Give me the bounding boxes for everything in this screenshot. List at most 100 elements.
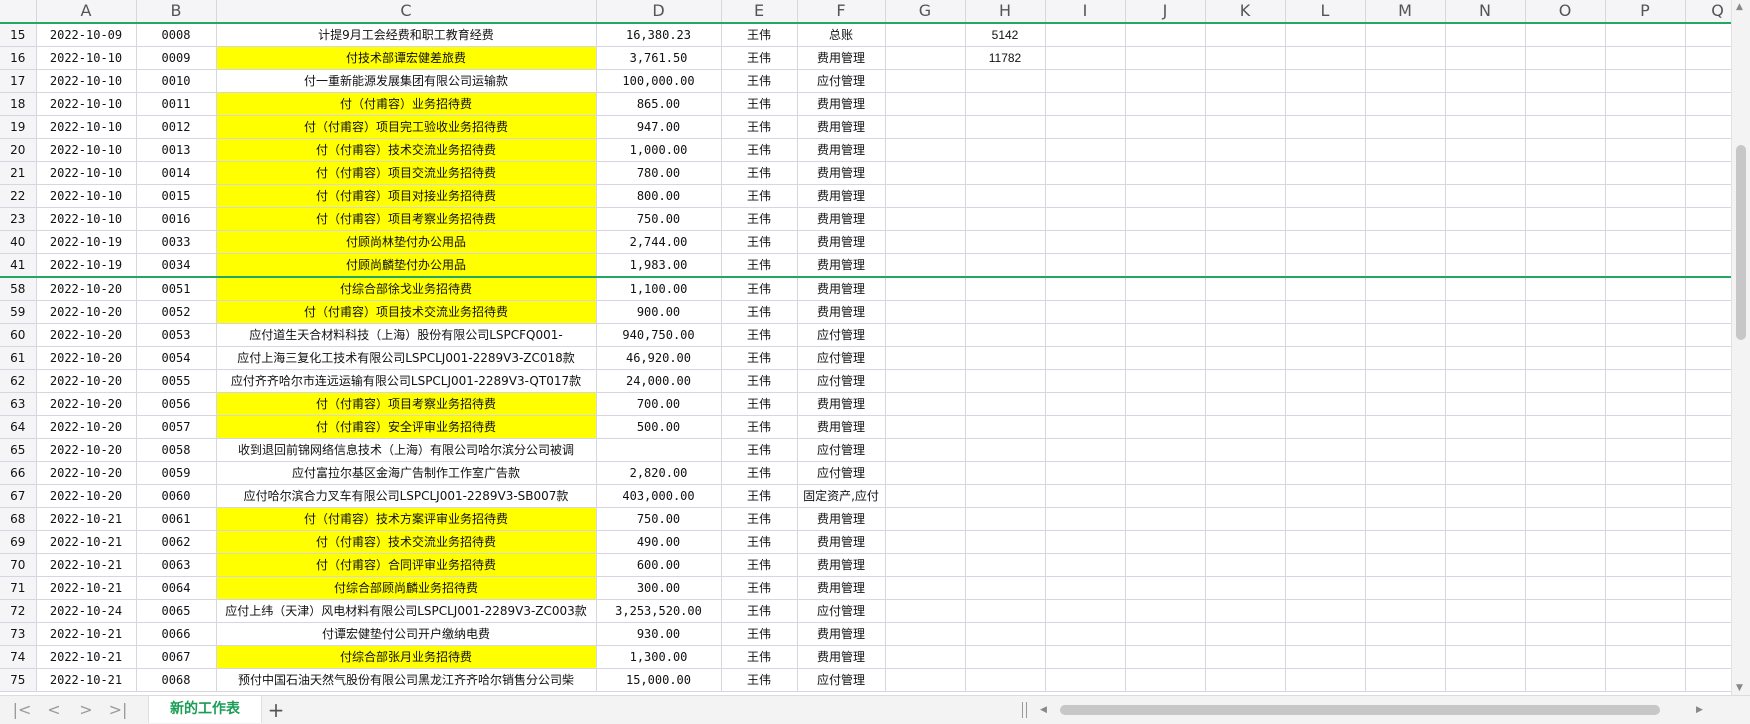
cell-empty[interactable] (1125, 138, 1206, 162)
scroll-left-icon[interactable]: ◀ (1040, 702, 1047, 718)
cell-empty[interactable] (1045, 484, 1126, 508)
cell-empty[interactable] (1205, 392, 1286, 416)
cell-empty[interactable] (1525, 207, 1606, 231)
cell-empty[interactable] (1045, 92, 1126, 116)
cell-description[interactable]: 付一重新能源发展集团有限公司运输款 (215, 69, 597, 93)
cell-empty[interactable] (1605, 46, 1686, 70)
cell-person[interactable]: 王伟 (720, 553, 798, 577)
cell-amount[interactable]: 24,000.00 (595, 369, 722, 393)
cell-empty[interactable] (1525, 184, 1606, 208)
cell-empty[interactable] (1525, 392, 1606, 416)
cell-empty[interactable] (1445, 138, 1526, 162)
cell-empty[interactable] (1045, 369, 1126, 393)
column-header-k[interactable]: K (1205, 0, 1286, 24)
cell-empty[interactable] (1605, 115, 1686, 139)
cell-empty[interactable] (1285, 484, 1366, 508)
cell-empty[interactable] (1045, 46, 1126, 70)
cell-empty[interactable] (1605, 346, 1686, 370)
cell-empty[interactable] (1205, 599, 1286, 623)
row-header[interactable]: 72 (0, 599, 37, 623)
cell-g[interactable] (885, 645, 966, 669)
cell-voucher-no[interactable]: 0009 (135, 46, 217, 70)
cell-empty[interactable] (1045, 69, 1126, 93)
cell-date[interactable]: 2022-10-19 (35, 253, 137, 278)
cell-empty[interactable] (1045, 392, 1126, 416)
column-header-a[interactable]: A (36, 0, 137, 24)
cell-g[interactable] (885, 115, 966, 139)
cell-person[interactable]: 王伟 (720, 138, 798, 162)
cell-empty[interactable] (1045, 23, 1126, 47)
cell-g[interactable] (885, 530, 966, 554)
cell-empty[interactable] (1605, 69, 1686, 93)
cell-empty[interactable] (1605, 392, 1686, 416)
cell-voucher-no[interactable]: 0067 (135, 645, 217, 669)
cell-empty[interactable] (1045, 207, 1126, 231)
row-header[interactable]: 20 (0, 138, 37, 162)
cell-empty[interactable] (1285, 576, 1366, 600)
cell-empty[interactable] (1525, 300, 1606, 324)
cell-date[interactable]: 2022-10-21 (35, 576, 137, 600)
cell-person[interactable]: 王伟 (720, 507, 798, 531)
select-all-corner[interactable] (0, 0, 37, 24)
row-header[interactable]: 21 (0, 161, 37, 185)
row-header[interactable]: 18 (0, 92, 37, 116)
cell-g[interactable] (885, 46, 966, 70)
cell-date[interactable]: 2022-10-19 (35, 230, 137, 254)
cell-empty[interactable] (1365, 207, 1446, 231)
cell-empty[interactable] (1285, 346, 1366, 370)
row-header[interactable]: 66 (0, 461, 37, 485)
cell-empty[interactable] (1125, 668, 1206, 692)
cell-person[interactable]: 王伟 (720, 415, 798, 439)
cell-category[interactable]: 应付管理 (796, 438, 886, 462)
cell-description[interactable]: 付（付甫容）安全评审业务招待费 (215, 415, 597, 439)
cell-empty[interactable] (1365, 46, 1446, 70)
cell-g[interactable] (885, 346, 966, 370)
cell-empty[interactable] (1445, 392, 1526, 416)
cell-h[interactable] (965, 346, 1046, 370)
cell-empty[interactable] (1285, 392, 1366, 416)
cell-description[interactable]: 应付上海三复化工技术有限公司LSPCLJ001-2289V3-ZC018款 (215, 346, 597, 370)
cell-description[interactable]: 付（付甫容）项目对接业务招待费 (215, 184, 597, 208)
cell-h[interactable] (965, 115, 1046, 139)
horizontal-scroll-thumb[interactable] (1060, 705, 1660, 715)
cell-empty[interactable] (1365, 645, 1446, 669)
cell-empty[interactable] (1605, 622, 1686, 646)
cell-empty[interactable] (1285, 645, 1366, 669)
cell-empty[interactable] (1445, 207, 1526, 231)
cell-empty[interactable] (1365, 553, 1446, 577)
cell-person[interactable]: 王伟 (720, 645, 798, 669)
cell-date[interactable]: 2022-10-10 (35, 69, 137, 93)
cell-empty[interactable] (1045, 230, 1126, 254)
next-sheet-button[interactable]: > (74, 699, 98, 721)
cell-date[interactable]: 2022-10-10 (35, 115, 137, 139)
cell-date[interactable]: 2022-10-10 (35, 92, 137, 116)
cell-empty[interactable] (1525, 369, 1606, 393)
cell-voucher-no[interactable]: 0060 (135, 484, 217, 508)
cell-empty[interactable] (1365, 69, 1446, 93)
cell-empty[interactable] (1445, 277, 1526, 301)
cell-amount[interactable]: 15,000.00 (595, 668, 722, 692)
cell-empty[interactable] (1285, 161, 1366, 185)
cell-empty[interactable] (1205, 184, 1286, 208)
cell-voucher-no[interactable]: 0061 (135, 507, 217, 531)
cell-empty[interactable] (1365, 161, 1446, 185)
cell-date[interactable]: 2022-10-10 (35, 138, 137, 162)
cell-empty[interactable] (1045, 277, 1126, 301)
cell-person[interactable]: 王伟 (720, 161, 798, 185)
cell-empty[interactable] (1285, 323, 1366, 347)
cell-amount[interactable]: 750.00 (595, 507, 722, 531)
scroll-up-icon[interactable]: ▲ (1736, 2, 1743, 12)
cell-empty[interactable] (1205, 92, 1286, 116)
sheet-tab-active[interactable]: 新的工作表 (148, 696, 262, 723)
cell-voucher-no[interactable]: 0010 (135, 69, 217, 93)
cell-person[interactable]: 王伟 (720, 230, 798, 254)
row-header[interactable]: 15 (0, 23, 37, 47)
column-header-m[interactable]: M (1365, 0, 1446, 24)
cell-voucher-no[interactable]: 0034 (135, 253, 217, 278)
cell-g[interactable] (885, 507, 966, 531)
cell-date[interactable]: 2022-10-10 (35, 46, 137, 70)
cell-empty[interactable] (1445, 507, 1526, 531)
cell-empty[interactable] (1525, 115, 1606, 139)
cell-empty[interactable] (1205, 484, 1286, 508)
cell-empty[interactable] (1445, 69, 1526, 93)
